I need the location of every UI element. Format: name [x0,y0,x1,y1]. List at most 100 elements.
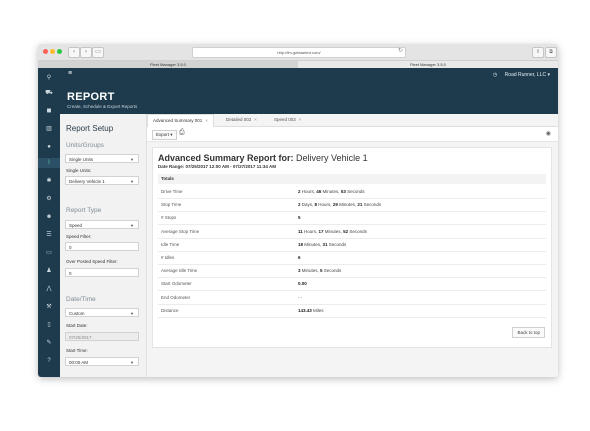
row-value: 2 Days, 8 Hours, 29 Minutes, 21 Seconds [298,202,382,208]
row-value: - - [298,294,303,300]
chevron-down-icon: ▼ [130,179,134,184]
browser-toolbar: ‹ › ▭ http://fm-getstarted.com/ ↻ ⇧ ⧉ [38,44,558,61]
date-range-label: Date Range: [158,164,185,169]
url-bar[interactable]: http://fm-getstarted.com/ [192,47,406,58]
row-label: Average Stop Time [161,228,200,234]
over-posted-speed-input[interactable]: 0 [65,268,139,277]
datetime-select[interactable]: Custom ▼ [65,308,139,317]
report-card: Advanced Summary Report for: Delivery Ve… [152,147,552,348]
tabs-overview-icon[interactable]: ⧉ [545,47,557,58]
chevron-down-icon: ▼ [130,360,134,365]
table-row: # Idles 6 [158,251,546,265]
table-row: Idle Time 18 Minutes, 31 Seconds [158,238,546,252]
document-icon[interactable]: ▯ [38,320,60,330]
single-units-label: Single Units: [66,168,92,173]
map-icon[interactable]: ▥ [38,124,60,134]
single-units-select[interactable]: Delivery Vehicle 1 ▼ [65,176,139,185]
over-posted-speed-label: Over Posted Speed Filter: [66,259,118,264]
share-icon[interactable]: ⇧ [532,47,544,58]
tab-advanced-summary[interactable]: Advanced Summary 001 × [147,114,214,127]
report-title: Advanced Summary Report for: Delivery Ve… [158,153,368,163]
row-label: Drive Time [161,189,183,194]
map-pin-icon[interactable]: ⚲ [38,73,60,83]
print-icon[interactable]: ⎙ [179,129,185,137]
location-icon[interactable]: ● [38,142,60,152]
clock-icon[interactable]: ◷ [493,72,497,78]
row-value: 2 Hours, 46 Minutes, 53 Seconds [298,189,365,194]
row-label: Average Idle Time [161,268,198,274]
tools-icon[interactable]: ✎ [38,338,60,348]
row-label: Stop Time [161,202,182,208]
close-icon[interactable]: × [254,117,257,122]
back-arrow-icon[interactable]: ‹ [68,47,80,58]
units-section-heading: Units/Groups [66,142,104,149]
wrench-icon[interactable]: ⚒ [38,302,60,312]
row-value: 6 [298,255,301,260]
date-range-value: 07/25/2017 12:00 AM - 07/27/2017 11:34 A… [185,164,277,169]
browser-tab-strip: Fleet Manager 3.5.0 Fleet Manager 3.5.0 [38,61,558,68]
close-icon[interactable]: × [299,117,302,122]
list-icon[interactable]: ☰ [38,230,60,240]
row-value: 143.43 Miles [298,307,324,313]
row-value: 0.00 [298,281,307,287]
browser-tab[interactable]: Fleet Manager 3.5.0 [38,61,298,68]
chart-icon[interactable]: ⌇ [38,158,60,168]
row-label: # Idles [161,255,175,260]
minimize-window-button[interactable] [50,49,55,54]
reload-icon[interactable]: ↻ [398,47,403,54]
tab-label: Speed 003 [274,117,296,122]
report-main-area: Advanced Summary 001 × Detailed 002 × Spee… [147,114,558,377]
users-icon[interactable]: ☻ [38,212,60,222]
report-type-value: Speed [69,223,83,228]
row-value: 18 Minutes, 31 Seconds [298,241,347,247]
start-date-label: Start Date: [66,323,88,328]
truck-icon[interactable]: ◼ [38,106,60,116]
date-range: Date Range: 07/25/2017 12:00 AM - 07/27/… [158,164,276,169]
user-icon[interactable]: ♟ [38,266,60,276]
speed-filter-label: Speed Filter: [66,234,92,239]
monitor-icon[interactable]: ▭ [38,248,60,258]
start-time-select[interactable]: 00:00 AM ▼ [65,357,139,366]
close-icon[interactable]: × [205,118,208,123]
tab-speed[interactable]: Speed 003 × [274,114,301,126]
report-title-vehicle: Delivery Vehicle 1 [296,153,368,163]
chevron-down-icon: ▾ [547,72,550,78]
chevron-down-icon: ▼ [130,223,134,228]
start-time-label: Start Time: [66,348,88,353]
report-type-section-heading: Report Type [66,207,102,214]
table-row: Stop Time 2 Days, 8 Hours, 29 Minutes, 21… [158,198,546,213]
gear-icon[interactable]: ⚙ [38,194,60,204]
car-icon[interactable]: ⛟ [38,88,60,98]
report-setup-panel: Report Setup Units/Groups Single Units ▼… [60,114,147,377]
forward-arrow-icon[interactable]: › [80,47,92,58]
units-select[interactable]: Single Units ▼ [65,154,139,163]
tab-detailed[interactable]: Detailed 002 × [226,114,257,126]
start-date-input[interactable]: 07/25/2017 [65,332,139,341]
sidebar-toggle-icon[interactable]: ▭ [92,47,104,58]
speed-filter-input[interactable]: 0 [65,242,139,251]
account-menu[interactable]: ◷ Road Runner, LLC ▾ [493,72,550,78]
maximize-window-button[interactable] [57,49,62,54]
table-row: Average Idle Time 3 Minutes, 5 Seconds [158,264,546,279]
datetime-section-heading: Date/Time [66,296,96,303]
row-value: 11 Hours, 17 Minutes, 52 Seconds [298,228,367,234]
single-units-value: Delivery Vehicle 1 [69,179,105,184]
table-row: # Stops 5 [158,211,546,226]
export-button[interactable]: Export ▾ [152,130,177,140]
help-icon[interactable]: ? [38,356,60,366]
chevron-down-icon: ▼ [130,311,134,316]
report-type-select[interactable]: Speed ▼ [65,220,139,229]
table-row: End Odometer - - [158,291,546,305]
settings-icon[interactable]: ✱ [38,176,60,186]
row-label: Idle Time [161,241,180,247]
setup-heading: Report Setup [66,124,114,133]
hamburger-menu-icon[interactable]: ≡ [68,70,72,77]
browser-tab-active[interactable]: Fleet Manager 3.5.0 [298,61,558,68]
eye-icon[interactable]: ◉ [546,130,551,137]
app-header: ≡ ◷ Road Runner, LLC ▾ [38,68,558,82]
road-icon[interactable]: ⋀ [38,284,60,294]
back-to-top-button[interactable]: Back to top [512,327,545,338]
datetime-value: Custom [69,311,85,316]
totals-header: Totals [158,174,546,184]
close-window-button[interactable] [43,49,48,54]
